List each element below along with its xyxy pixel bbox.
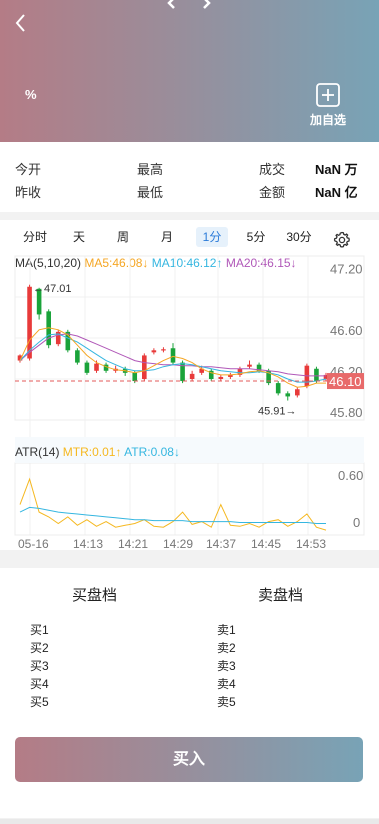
x-tick-label: 14:45 bbox=[251, 537, 281, 550]
candle-body bbox=[218, 376, 224, 379]
expand-arrows-icon[interactable] bbox=[165, 0, 213, 10]
buy-level-1: 买1 bbox=[30, 623, 49, 637]
atr-tick-label: 0.60 bbox=[338, 468, 363, 483]
add-icon bbox=[316, 83, 340, 107]
volume-label: 成交 bbox=[259, 162, 286, 177]
candle-body bbox=[151, 350, 157, 353]
buy-level-4: 买4 bbox=[30, 677, 49, 691]
amount-value: NaN 亿 bbox=[315, 185, 358, 200]
sell-level-4: 卖4 bbox=[217, 677, 236, 691]
candle-body bbox=[170, 348, 176, 363]
low-label: 最低 bbox=[137, 185, 164, 200]
atr-title: ATR(14) bbox=[15, 445, 60, 459]
x-tick-label: 05-16 bbox=[18, 537, 49, 550]
tab-timeshare[interactable]: 分时 bbox=[18, 227, 52, 247]
last-price-label: 46.10 bbox=[329, 374, 362, 389]
sell-level-1: 卖1 bbox=[217, 623, 236, 637]
candle-body bbox=[295, 389, 300, 396]
sell-level-2: 卖2 bbox=[217, 641, 236, 655]
period-tabs: 分时 天 周 月 1分 5分 30分 bbox=[0, 220, 379, 252]
amount-label: 金额 bbox=[259, 185, 286, 200]
atr-chart-frame bbox=[14, 462, 365, 536]
add-favorite-button[interactable]: 加自选 bbox=[306, 83, 350, 127]
atr-indicator-line: ATR(14) MTR:0.01↑ ATR:0.08↓ bbox=[15, 445, 180, 459]
atr-value: ATR:0.08↓ bbox=[124, 445, 180, 459]
candle-body bbox=[314, 368, 319, 382]
sell-level-5: 卖5 bbox=[217, 695, 236, 709]
change-percent: % bbox=[25, 87, 37, 102]
x-tick-label: 14:29 bbox=[163, 537, 193, 550]
x-tick-label: 14:53 bbox=[296, 537, 326, 550]
buy-book-title: 买盘档 bbox=[72, 587, 118, 604]
add-favorite-label: 加自选 bbox=[309, 113, 346, 127]
candle-body bbox=[275, 383, 281, 394]
min-price-marker: 45.91→ bbox=[258, 406, 297, 418]
open-label: 今开 bbox=[15, 162, 42, 177]
sell-book-title: 卖盘档 bbox=[258, 587, 304, 604]
buy-level-3: 买3 bbox=[30, 659, 49, 673]
candle-body bbox=[75, 350, 80, 363]
candle-body bbox=[132, 372, 138, 382]
x-tick-label: 14:21 bbox=[118, 537, 148, 550]
y-tick-label: 45.80 bbox=[330, 405, 363, 420]
mtr-value: MTR:0.01↑ bbox=[62, 445, 122, 459]
back-arrow-icon[interactable] bbox=[10, 10, 32, 36]
atr-tick-label: 0 bbox=[353, 515, 360, 530]
candle-body bbox=[84, 362, 90, 373]
candle-body bbox=[142, 355, 147, 379]
order-book: 买盘档 卖盘档 买1 买2 买3 买4 买5 卖1 卖2 卖3 卖4 卖5 bbox=[0, 568, 379, 718]
bottom-divider bbox=[0, 819, 379, 824]
candle-body bbox=[247, 364, 252, 367]
x-tick-label: 14:37 bbox=[206, 537, 236, 550]
buy-level-2: 买2 bbox=[30, 641, 49, 655]
tab-month[interactable]: 月 bbox=[154, 227, 180, 247]
tab-1min[interactable]: 1分 bbox=[196, 227, 228, 247]
chart-panel: 分时 天 周 月 1分 5分 30分 MA(5,10,20) MA5:46.08… bbox=[0, 220, 379, 550]
tab-day[interactable]: 天 bbox=[66, 227, 92, 247]
prev-close-label: 昨收 bbox=[15, 185, 42, 200]
candle-body bbox=[285, 393, 291, 397]
buy-button[interactable]: 买入 bbox=[15, 737, 363, 782]
candle-body bbox=[94, 363, 99, 371]
buy-level-5: 买5 bbox=[30, 695, 49, 709]
candle-body bbox=[27, 286, 32, 359]
high-label: 最高 bbox=[137, 162, 164, 177]
quote-panel: 今开 昨收 最高 最低 成交 金额 NaN 万 NaN 亿 bbox=[0, 142, 379, 212]
kline-chart[interactable]: 47.2046.6046.2045.8046.10←47.0145.91→0.6… bbox=[0, 250, 379, 550]
x-tick-label: 14:13 bbox=[73, 537, 103, 550]
settings-gear-icon[interactable] bbox=[333, 231, 351, 249]
header: % 加自选 bbox=[0, 0, 379, 142]
tab-week[interactable]: 周 bbox=[110, 227, 136, 247]
tab-30min[interactable]: 30分 bbox=[282, 227, 316, 247]
y-tick-label: 47.20 bbox=[330, 261, 363, 276]
max-price-marker: ←47.01 bbox=[33, 283, 72, 295]
tab-5min[interactable]: 5分 bbox=[242, 227, 270, 247]
candle-body bbox=[161, 349, 166, 351]
candle-body bbox=[189, 373, 195, 379]
sell-level-3: 卖3 bbox=[217, 659, 236, 673]
volume-value: NaN 万 bbox=[315, 162, 358, 177]
y-tick-label: 46.60 bbox=[330, 323, 363, 338]
